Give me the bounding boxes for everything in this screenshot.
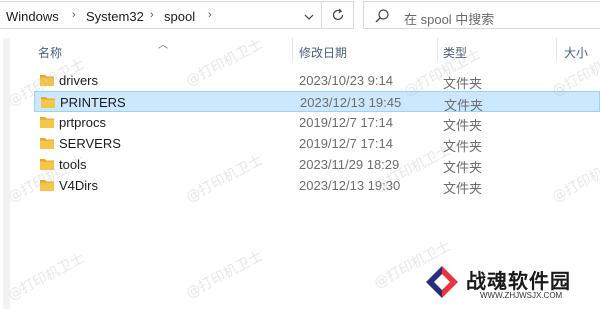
site-logo: 战魂软件园 WWW.ZHJWSJX.COM bbox=[422, 262, 598, 307]
logo-url: WWW.ZHJWSJX.COM bbox=[480, 291, 563, 300]
watermark-text: @打印机卫士 bbox=[183, 248, 266, 302]
folder-icon bbox=[40, 138, 54, 149]
watermark-text: @打印机卫士 bbox=[5, 250, 88, 304]
column-divider[interactable] bbox=[292, 38, 293, 62]
folder-icon bbox=[41, 97, 55, 108]
file-name: PRINTERS bbox=[60, 95, 126, 110]
column-divider[interactable] bbox=[437, 38, 438, 62]
file-name: V4Dirs bbox=[59, 178, 99, 193]
breadcrumb-separator[interactable]: › bbox=[150, 9, 154, 21]
breadcrumb-system32[interactable]: System32 bbox=[86, 9, 144, 24]
search-input[interactable]: 在 spool 中搜索 bbox=[404, 9, 494, 28]
breadcrumb-separator[interactable]: › bbox=[208, 9, 212, 21]
search-box[interactable]: 在 spool 中搜索 bbox=[363, 1, 600, 29]
column-divider[interactable] bbox=[556, 38, 557, 62]
refresh-icon bbox=[332, 8, 343, 21]
navigation-pane-edge bbox=[0, 38, 13, 309]
address-dropdown-button[interactable] bbox=[296, 3, 322, 31]
search-icon bbox=[375, 9, 389, 23]
breadcrumb-spool[interactable]: spool bbox=[164, 9, 195, 24]
column-size[interactable]: 大小 bbox=[564, 44, 588, 61]
file-row[interactable]: prtprocs 2019/12/7 17:14 文件夹 bbox=[34, 112, 600, 133]
file-name: SERVERS bbox=[59, 136, 121, 151]
file-row[interactable]: drivers 2023/10/23 9:14 文件夹 bbox=[34, 70, 600, 91]
chevron-down-icon bbox=[304, 14, 314, 20]
file-name: prtprocs bbox=[59, 115, 106, 130]
sort-ascending-icon: ︿ bbox=[158, 40, 168, 51]
address-bar[interactable]: Windows › System32 › spool › bbox=[0, 1, 322, 29]
file-row[interactable]: V4Dirs 2023/12/13 19:30 文件夹 bbox=[34, 175, 600, 196]
folder-icon bbox=[40, 117, 54, 128]
address-bar-row: Windows › System32 › spool › 在 spool 中搜索 bbox=[0, 0, 600, 31]
logo-title: 战魂软件园 bbox=[466, 269, 571, 293]
file-date-modified: 2023/11/29 18:29 bbox=[299, 157, 400, 172]
file-row[interactable]: tools 2023/11/29 18:29 文件夹 bbox=[34, 154, 600, 175]
column-name[interactable]: 名称 bbox=[38, 44, 62, 61]
file-date-modified: 2023/10/23 9:14 bbox=[299, 73, 393, 88]
file-date-modified: 2019/12/7 17:14 bbox=[299, 136, 393, 151]
refresh-button[interactable] bbox=[322, 1, 354, 29]
file-date-modified: 2019/12/7 17:14 bbox=[299, 115, 393, 130]
file-type: 文件夹 bbox=[443, 118, 483, 133]
column-header: ︿ 名称 修改日期 类型 大小 bbox=[0, 38, 600, 62]
column-date-modified[interactable]: 修改日期 bbox=[299, 44, 347, 61]
file-type: 文件夹 bbox=[443, 160, 483, 175]
scrollbar-track[interactable] bbox=[3, 38, 10, 309]
file-row[interactable]: PRINTERS 2023/12/13 19:45 文件夹 bbox=[34, 91, 600, 113]
file-row[interactable]: SERVERS 2019/12/7 17:14 文件夹 bbox=[34, 133, 600, 154]
logo-icon bbox=[424, 264, 460, 300]
breadcrumb-separator[interactable]: › bbox=[72, 9, 76, 21]
breadcrumb-windows[interactable]: Windows bbox=[6, 9, 59, 24]
file-date-modified: 2023/12/13 19:45 bbox=[300, 95, 402, 110]
file-type: 文件夹 bbox=[443, 181, 483, 196]
